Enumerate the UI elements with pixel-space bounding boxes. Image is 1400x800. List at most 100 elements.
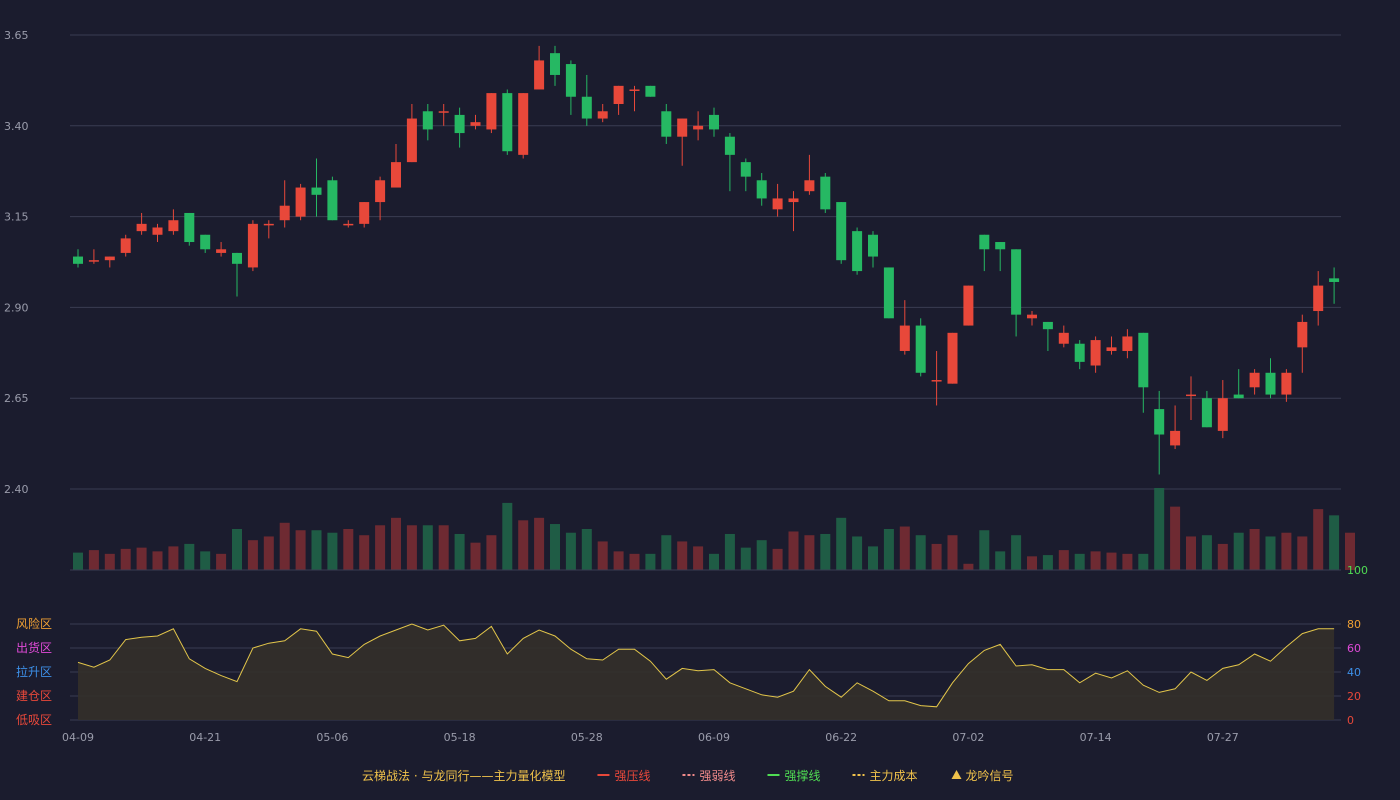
- volume-bar: [327, 532, 338, 570]
- candle-body: [486, 93, 497, 130]
- volume-bar: [1297, 536, 1308, 570]
- candle: [820, 173, 831, 213]
- volume-bar: [979, 530, 990, 570]
- candle: [772, 183, 783, 217]
- candle: [359, 202, 370, 228]
- candle-body: [995, 242, 1006, 250]
- candle-body: [709, 114, 719, 130]
- candle-body: [1313, 285, 1324, 312]
- candle: [120, 234, 131, 257]
- legend-item: 强弱线: [682, 769, 735, 783]
- price-grid: [70, 34, 1341, 490]
- candle-body: [820, 176, 831, 210]
- candle-body: [232, 252, 242, 264]
- candle: [247, 220, 258, 272]
- candle-body: [1154, 409, 1165, 435]
- candle: [168, 209, 179, 235]
- date-tick-label: 06-09: [698, 731, 730, 744]
- candle-body: [724, 136, 735, 155]
- candle: [375, 176, 386, 221]
- candle-body: [804, 180, 815, 192]
- volume-bar: [693, 546, 704, 570]
- candle: [486, 93, 497, 134]
- candle-body: [200, 234, 211, 250]
- oscillator-tick-label: 0: [1347, 714, 1354, 727]
- candle: [391, 143, 401, 188]
- candle-body: [279, 205, 290, 221]
- price-tick-label: 3.15: [4, 211, 29, 224]
- candlesticks: [73, 45, 1340, 475]
- volume-bar: [168, 546, 179, 570]
- date-tick-label: 07-27: [1207, 731, 1239, 744]
- volume-bar: [947, 535, 958, 570]
- volume-bar: [1027, 556, 1037, 570]
- volume-bar: [534, 517, 545, 570]
- price-tick-label: 2.90: [4, 301, 29, 314]
- oscillator-zone-labels: 风险区出货区拉升区建仓区低吸区: [16, 616, 52, 727]
- candle-body: [184, 212, 195, 243]
- oscillator-tick-label: 80: [1347, 618, 1361, 631]
- legend-label: 强压线: [614, 769, 650, 783]
- volume-bar: [1138, 553, 1149, 570]
- volume-bar: [1249, 529, 1260, 570]
- candle: [534, 45, 545, 90]
- candle-body: [422, 111, 433, 130]
- legend-label: 龙吟信号: [966, 768, 1014, 783]
- volume-bar: [756, 540, 767, 570]
- candle-body: [1058, 332, 1069, 344]
- volume-bar: [931, 543, 942, 570]
- candle-body: [1329, 278, 1340, 282]
- volume-bar: [406, 525, 417, 570]
- candle-body: [343, 223, 354, 226]
- zone-label: 建仓区: [16, 689, 52, 703]
- volume-bar: [295, 530, 306, 570]
- volume-bar: [438, 525, 449, 570]
- candle-body: [1265, 372, 1276, 395]
- candle: [868, 231, 878, 268]
- price-axis: 3.65 3.40 3.15 2.90 2.65 2.40: [4, 29, 29, 496]
- candle-body: [883, 267, 894, 319]
- candle-body: [836, 202, 847, 261]
- candle: [565, 60, 576, 115]
- candle-body: [1201, 398, 1212, 428]
- candle-body: [216, 249, 227, 253]
- candle-body: [963, 285, 974, 326]
- oscillator-tick-label: 40: [1347, 666, 1361, 679]
- candle-body: [152, 227, 163, 235]
- candle: [1106, 336, 1117, 355]
- candle: [1027, 311, 1037, 326]
- candle-body: [772, 198, 783, 210]
- legend-label: 强撑线: [784, 768, 820, 783]
- candle: [724, 133, 735, 192]
- candle: [1233, 369, 1244, 399]
- candle-body: [550, 53, 560, 75]
- candle: [661, 104, 672, 144]
- candle-body: [899, 325, 910, 351]
- candle-body: [470, 122, 481, 126]
- candle: [1138, 332, 1149, 413]
- candle: [263, 220, 274, 239]
- candle-body: [311, 187, 322, 195]
- candle: [295, 183, 306, 221]
- volume-bar: [1313, 509, 1324, 570]
- zone-label: 出货区: [16, 640, 52, 655]
- candle-body: [931, 380, 942, 382]
- chart-canvas: 3.65 3.40 3.15 2.90 2.65 2.40 风险区出货区拉升区建仓区低吸区…: [4, 29, 1368, 783]
- candle-body: [136, 223, 147, 232]
- candle-body: [1281, 372, 1292, 395]
- candle-body: [1090, 340, 1101, 366]
- volume-bar: [629, 553, 640, 570]
- oscillator-tick-label: 20: [1347, 690, 1361, 703]
- volume-bar: [645, 553, 656, 570]
- candle-body: [661, 111, 672, 137]
- candle: [1249, 369, 1260, 395]
- candle-body: [915, 325, 926, 373]
- volume-bar: [709, 553, 719, 570]
- candle: [454, 107, 465, 148]
- candle: [327, 176, 338, 221]
- volume-bar: [73, 552, 83, 570]
- candle: [104, 256, 115, 268]
- candle: [1090, 336, 1101, 373]
- candle: [311, 158, 322, 217]
- candle: [677, 118, 688, 166]
